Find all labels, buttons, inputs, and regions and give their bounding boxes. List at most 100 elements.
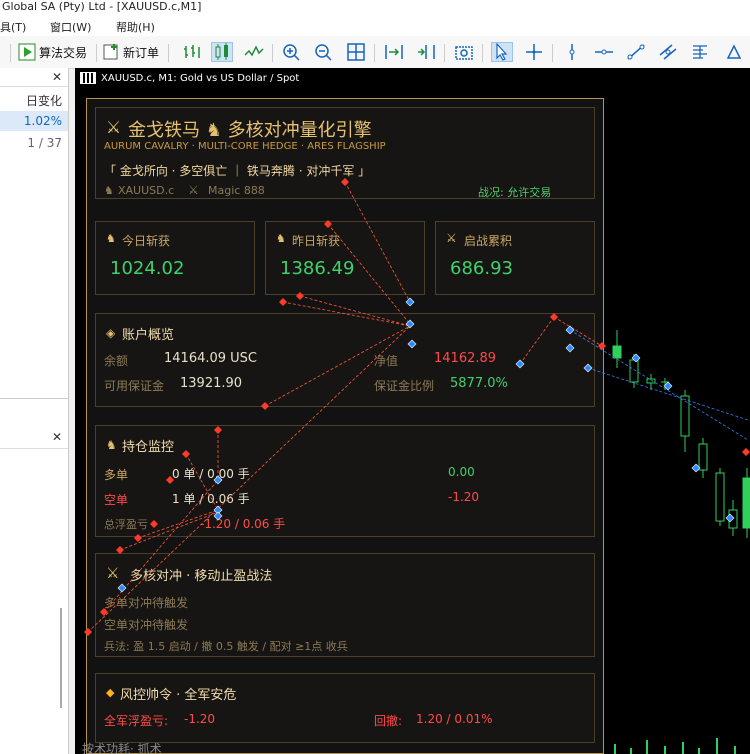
separator [444, 44, 445, 62]
close-icon[interactable]: ✕ [52, 70, 62, 84]
symbol-label: XAUUSD.c [118, 184, 175, 197]
left-panel: ✕ 日变化 1.02% 1 / 37 ✕ [0, 68, 69, 754]
menu-tools[interactable]: 具(T) [0, 19, 26, 35]
yesterday-value: 1386.49 [280, 258, 355, 279]
positions-title: 持仓监控 [122, 440, 175, 455]
diamond-icon: ◈ [106, 326, 116, 340]
status-label: 战况: 允许交易 [478, 186, 552, 199]
total-label: 启战累积 [464, 234, 513, 248]
risk-float-label: 全军浮盈亏: [104, 714, 169, 728]
daily-change-value: 1.02% [23, 114, 62, 128]
long-pl: 0.00 [448, 465, 475, 479]
risk-float-value: -1.20 [184, 712, 216, 726]
equity-value: 14162.89 [434, 351, 497, 366]
chart-type-icon [80, 72, 96, 84]
crossed-swords-icon: ⚔ [106, 564, 120, 582]
scrollbar[interactable] [60, 608, 62, 708]
menu-bar: 具(T) 窗口(W) 帮助(H) [0, 16, 750, 36]
new-order-button[interactable]: 新订单 [102, 41, 159, 63]
ea-subtitle: AURUM CAVALRY · MULTI-CORE HEDGE · ARES … [104, 141, 386, 152]
total-float-label: 总浮盈亏 [104, 518, 148, 531]
strategy-card: ⚔ 多核对冲 · 移动止盈战法 多单对冲待触发 空单对冲待触发 兵法: 盈 1.… [95, 553, 595, 657]
menu-window[interactable]: 窗口(W) [50, 19, 91, 35]
window-title: Global SA (Pty) Ltd - [XAUUSD.c,M1] [0, 0, 750, 16]
knight-icon: ♞ [104, 184, 114, 197]
yesterday-profit-card: ♞ 昨日斩获 1386.49 [265, 221, 425, 295]
zoom-in-icon[interactable] [282, 43, 302, 61]
divider [0, 86, 68, 87]
short-label: 空单 [104, 493, 129, 507]
fibonacci-icon[interactable] [690, 43, 710, 61]
cursor-icon[interactable] [491, 42, 513, 62]
knight-icon: ♞ [106, 438, 117, 452]
auto-scroll-icon[interactable] [384, 43, 404, 61]
risk-card: ◆ 风控帅令 · 全军安危 全军浮盈亏: -1.20 回撤: 1.20 / 0.… [95, 673, 595, 743]
algo-trading-button[interactable]: 算法交易 [18, 41, 87, 63]
short-value: 1 单 / 0.06 手 [172, 492, 250, 506]
algo-trading-label: 算法交易 [39, 45, 88, 60]
new-order-icon [103, 44, 118, 60]
separator [482, 44, 483, 62]
magic-label: Magic 888 [208, 184, 265, 197]
page-indicator: 1 / 37 [27, 136, 62, 150]
channel-icon[interactable] [658, 43, 678, 61]
strategy-short: 空单对冲待触发 [104, 618, 189, 632]
close-icon[interactable]: ✕ [52, 430, 62, 444]
free-margin-label: 可用保证金 [104, 379, 165, 393]
free-margin-value: 13921.90 [180, 376, 243, 391]
swords-icon: ⚔ [188, 183, 199, 197]
risk-dd-value: 1.20 / 0.01% [416, 712, 493, 726]
account-card: ◈ 账户概览 余额 14164.09 USC 净值 14162.89 可用保证金… [95, 313, 595, 407]
chart-header: XAUUSD.c, M1: Gold vs US Dollar / Spot [80, 72, 299, 84]
crosshair-icon[interactable] [524, 43, 544, 61]
horizontal-line-icon[interactable] [594, 43, 614, 61]
crossed-swords-icon: ⚔ [106, 118, 122, 138]
balance-value: 14164.09 USC [164, 351, 258, 366]
divider [0, 398, 68, 399]
vertical-line-icon[interactable] [562, 43, 582, 61]
zoom-out-icon[interactable] [314, 43, 334, 61]
strategy-long: 多单对冲待触发 [104, 596, 189, 610]
separator [10, 44, 11, 62]
chart-shift-icon[interactable] [416, 43, 436, 61]
candlestick-icon[interactable] [211, 42, 233, 62]
total-float-value: -1.20 / 0.06 手 [200, 517, 286, 531]
menu-help[interactable]: 帮助(H) [116, 19, 155, 35]
strategy-title: 多核对冲 · 移动止盈战法 [130, 569, 273, 584]
account-title: 账户概览 [122, 328, 175, 343]
separator [96, 44, 97, 62]
daily-change-header[interactable]: 日变化 [26, 92, 62, 109]
toolbar: 算法交易 新订单 [0, 36, 750, 69]
ea-dashboard: ⚔ 金戈铁马 ♞ 多核对冲量化引擎 AURUM CAVALRY · MULTI-… [86, 98, 604, 754]
chart-symbol-label: XAUUSD.c, M1: Gold vs US Dollar / Spot [101, 72, 300, 84]
new-order-label: 新订单 [123, 45, 160, 60]
strategy-rules: 兵法: 盈 1.5 启动 / 撤 0.5 触发 / 配对 ≥1点 收兵 [104, 640, 348, 653]
divider [0, 448, 68, 449]
ea-motto: 「 金戈所向 · 多空俱亡 ｜ 铁马奔腾 · 对冲千军 」 [104, 164, 371, 178]
today-value: 1024.02 [110, 258, 185, 279]
bar-chart-icon[interactable] [182, 43, 202, 61]
knight-icon: ♞ [276, 232, 286, 245]
separator [272, 44, 273, 62]
line-chart-icon[interactable] [244, 43, 264, 61]
swords-icon: ⚔ [446, 231, 457, 245]
ea-title: 金戈铁马 ♞ 多核对冲量化引擎 [128, 120, 372, 141]
total-value: 686.93 [450, 258, 513, 279]
long-value: 0 单 / 0.00 手 [172, 467, 250, 481]
separator [552, 44, 553, 62]
shapes-icon[interactable] [724, 43, 744, 61]
long-label: 多单 [104, 468, 129, 482]
header-card: ⚔ 金戈铁马 ♞ 多核对冲量化引擎 AURUM CAVALRY · MULTI-… [95, 107, 595, 199]
separator [374, 44, 375, 62]
equity-label: 净值 [374, 354, 399, 368]
today-profit-card: ♞ 今日斩获 1024.02 [95, 221, 255, 295]
price-candles [612, 330, 750, 754]
yesterday-label: 昨日斩获 [292, 234, 341, 248]
margin-level-label: 保证金比例 [374, 379, 435, 393]
knight-icon: ♞ [106, 232, 116, 245]
diamond-icon: ◆ [106, 686, 115, 699]
today-label: 今日斩获 [122, 234, 171, 248]
trendline-icon[interactable] [626, 43, 646, 61]
screenshot-icon[interactable] [454, 43, 474, 61]
tile-windows-icon[interactable] [346, 43, 366, 61]
